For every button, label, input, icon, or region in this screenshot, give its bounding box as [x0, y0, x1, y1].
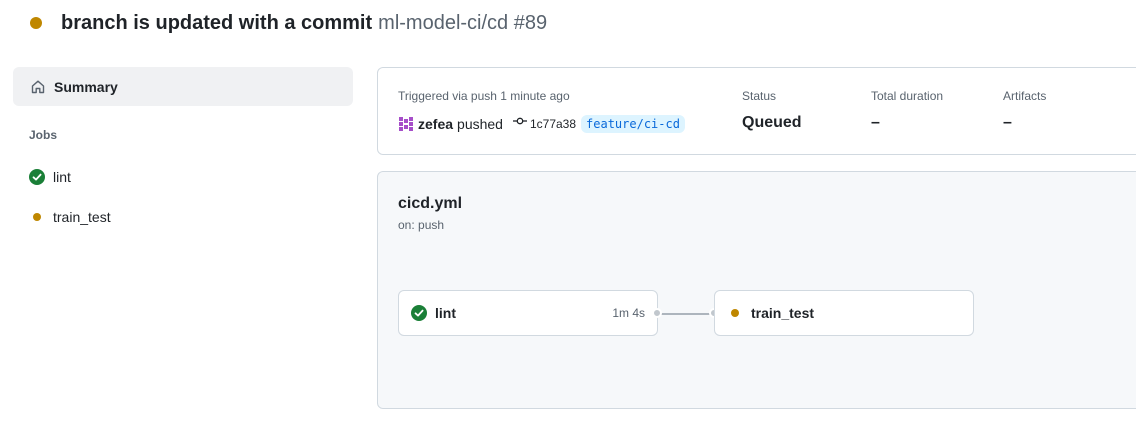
- job-node-name: train_test: [751, 305, 815, 321]
- job-connector: [658, 313, 714, 315]
- sidebar-item-train-test[interactable]: train_test: [13, 197, 353, 237]
- duration-value: –: [871, 114, 880, 131]
- check-circle-icon: [29, 169, 45, 185]
- run-title: branch is updated with a commit: [61, 11, 373, 34]
- sidebar-item-summary[interactable]: Summary: [13, 67, 353, 106]
- artifacts-info: Artifacts –: [1003, 89, 1046, 132]
- jobs-heading: Jobs: [29, 128, 58, 142]
- branch-badge[interactable]: feature/ci-cd: [581, 114, 685, 133]
- job-label: lint: [53, 169, 71, 185]
- artifacts-value: –: [1003, 114, 1012, 131]
- triggered-label: Triggered via push 1 minute ago: [398, 89, 570, 103]
- job-node-duration: 1m 4s: [612, 306, 645, 320]
- job-node-lint[interactable]: lint 1m 4s: [398, 290, 658, 336]
- sidebar: Summary Jobs lint train_test: [13, 67, 353, 237]
- status-label: Status: [742, 89, 777, 103]
- commit-link[interactable]: 1c77a38: [512, 114, 577, 133]
- run-header: branch is updated with a commit ml-model…: [30, 10, 547, 36]
- duration-info: Total duration –: [871, 89, 943, 132]
- job-node-name: lint: [435, 305, 456, 321]
- commit-sha: 1c77a38: [529, 116, 577, 131]
- actor-link[interactable]: zefea: [418, 116, 453, 132]
- status-pending-icon: [30, 17, 42, 29]
- status-value: Queued: [742, 114, 802, 131]
- home-icon: [30, 79, 46, 95]
- pending-dot-icon: [33, 213, 41, 221]
- workflow-trigger: on: push: [398, 218, 445, 232]
- artifacts-label: Artifacts: [1003, 89, 1047, 103]
- duration-label: Total duration: [871, 89, 944, 103]
- sidebar-item-lint[interactable]: lint: [13, 157, 353, 197]
- trigger-info: Triggered via push 1 minute ago zefea pu…: [398, 89, 685, 133]
- sidebar-item-label: Summary: [54, 78, 118, 95]
- job-label: train_test: [53, 209, 111, 225]
- connector-port-out: [652, 308, 662, 318]
- commit-icon: [512, 114, 527, 133]
- action-text: pushed: [457, 115, 503, 132]
- workflow-run-page: branch is updated with a commit ml-model…: [0, 0, 1136, 426]
- job-node-train-test[interactable]: train_test: [714, 290, 974, 336]
- avatar[interactable]: [398, 115, 414, 132]
- trigger-line: zefea pushed 1c77a38 feature/ci-cd: [398, 114, 685, 133]
- status-info: Status Queued: [742, 89, 802, 132]
- check-circle-icon: [411, 305, 427, 321]
- run-repo-number: ml-model-ci/cd #89: [378, 11, 548, 34]
- workflow-file-name[interactable]: cicd.yml: [398, 195, 462, 213]
- job-list: lint train_test: [13, 157, 353, 237]
- pending-dot-icon: [731, 309, 739, 317]
- run-summary-card: Triggered via push 1 minute ago zefea pu…: [377, 67, 1136, 155]
- workflow-graph-card: cicd.yml on: push lint 1m 4s train_test: [377, 171, 1136, 409]
